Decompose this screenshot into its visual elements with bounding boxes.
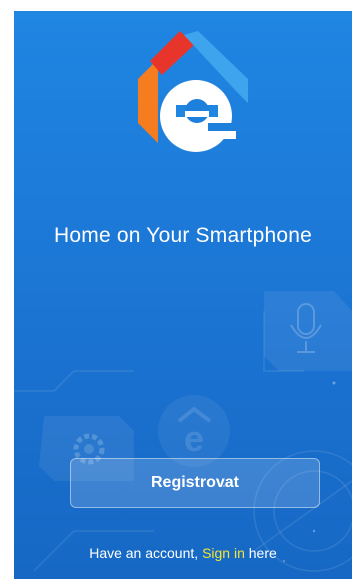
house-e-logo-icon: [138, 31, 248, 152]
signin-prompt: Have an account, Sign in here: [14, 545, 352, 561]
ghost-logo-icon: e: [158, 395, 230, 467]
register-button[interactable]: Registrovat: [70, 458, 320, 508]
signin-prefix-text: Have an account,: [89, 545, 203, 561]
microphone-icon: [264, 291, 352, 371]
signin-link[interactable]: Sign in: [202, 545, 245, 561]
signin-suffix-text: here: [244, 545, 277, 561]
tagline-text: Home on Your Smartphone: [54, 224, 312, 247]
welcome-screen: e Home on Your Smartphone Registrovat Ha…: [14, 11, 352, 579]
svg-text:e: e: [184, 418, 204, 459]
